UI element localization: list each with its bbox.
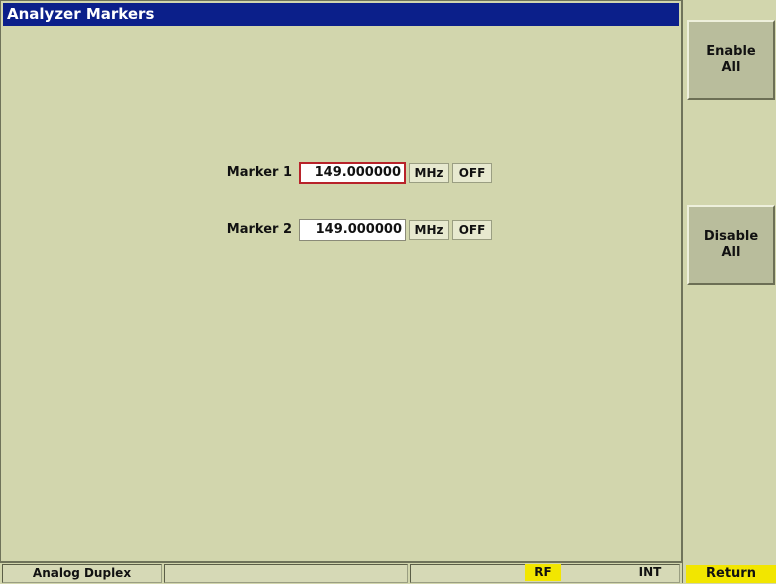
enable-all-button[interactable]: Enable All (687, 20, 775, 100)
status-field-empty (164, 564, 408, 583)
return-button[interactable]: Return (686, 565, 776, 583)
marker-1-frequency-field[interactable]: 149.000000 (299, 162, 406, 184)
marker-2-frequency-field[interactable]: 149.000000 (299, 219, 406, 241)
marker-1-state-toggle[interactable]: OFF (452, 163, 492, 183)
marker-1-label: Marker 1 (226, 165, 292, 180)
marker-2-label: Marker 2 (226, 222, 292, 237)
enable-all-label-line1: Enable (706, 44, 756, 59)
main-panel: Analyzer Markers Marker 1 149.000000 MHz… (0, 0, 682, 562)
status-bar: Analog Duplex RF INT (0, 562, 682, 584)
marker-2-row: Marker 2 149.000000 MHz OFF (1, 219, 683, 241)
marker-1-row: Marker 1 149.000000 MHz OFF (1, 162, 683, 184)
window-title: Analyzer Markers (3, 3, 679, 26)
int-indicator: INT (638, 565, 662, 579)
enable-all-label-line2: All (721, 60, 741, 75)
marker-2-unit-button[interactable]: MHz (409, 220, 449, 240)
marker-1-unit-button[interactable]: MHz (409, 163, 449, 183)
disable-all-button[interactable]: Disable All (687, 205, 775, 285)
softkey-sidebar: Enable All Disable All (682, 0, 776, 583)
disable-all-label-line2: All (721, 245, 741, 260)
rf-indicator: RF (525, 564, 561, 581)
disable-all-label-line1: Disable (703, 229, 759, 244)
marker-2-state-toggle[interactable]: OFF (452, 220, 492, 240)
mode-indicator: Analog Duplex (2, 564, 162, 583)
